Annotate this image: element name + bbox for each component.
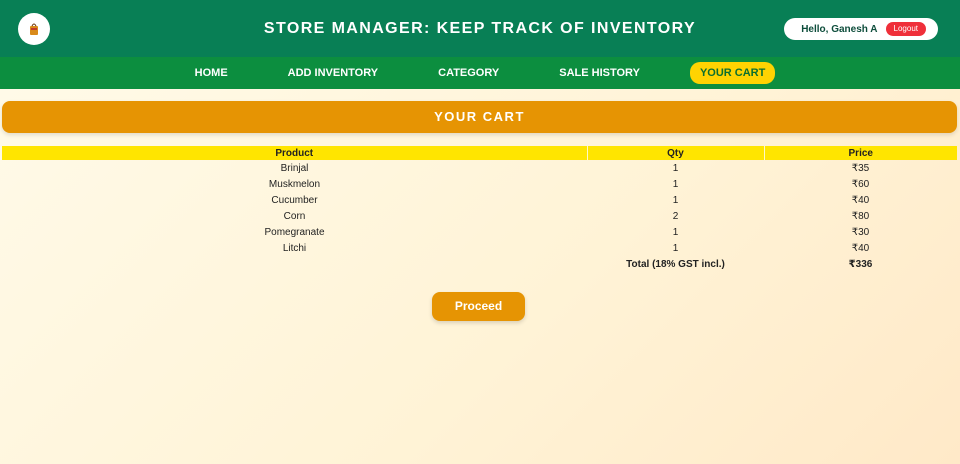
cell-price: ₹60 — [851, 178, 870, 190]
column-header-qty: Qty — [587, 146, 765, 160]
cell-qty: 1 — [672, 178, 679, 190]
table-header-row: Product Qty Price — [2, 146, 957, 160]
total-label: Total (18% GST incl.) — [626, 258, 725, 270]
nav-sale-history[interactable]: SALE HISTORY — [549, 62, 650, 84]
table-row: Corn 2 ₹80 — [2, 208, 957, 224]
cell-qty: 1 — [672, 162, 679, 174]
total-row: Total (18% GST incl.) ₹336 — [2, 256, 957, 272]
cell-product: Muskmelon — [268, 178, 321, 190]
nav-add-inventory[interactable]: ADD INVENTORY — [278, 62, 388, 84]
cell-product: Pomegranate — [264, 226, 325, 238]
column-header-price: Price — [764, 146, 957, 160]
cell-price: ₹30 — [851, 226, 870, 238]
proceed-button[interactable]: Proceed — [432, 292, 525, 321]
main-nav: HOME ADD INVENTORY CATEGORY SALE HISTORY… — [0, 57, 960, 89]
cell-qty: 1 — [672, 194, 679, 206]
table-row: Brinjal 1 ₹35 — [2, 160, 957, 176]
nav-your-cart[interactable]: YOUR CART — [689, 62, 776, 84]
total-value: ₹336 — [848, 258, 873, 270]
cell-qty: 1 — [672, 242, 679, 254]
cell-price: ₹40 — [851, 194, 870, 206]
cell-product: Brinjal — [280, 162, 309, 174]
page-title-banner: YOUR CART — [2, 101, 957, 133]
total-spacer — [2, 256, 587, 272]
table-row: Muskmelon 1 ₹60 — [2, 176, 957, 192]
cell-qty: 2 — [672, 210, 679, 222]
user-greeting: Hello, Ganesh A — [801, 23, 878, 35]
app-header: STORE MANAGER: KEEP TRACK OF INVENTORY H… — [0, 0, 960, 57]
user-panel: Hello, Ganesh A Logout — [784, 18, 938, 40]
table-row: Cucumber 1 ₹40 — [2, 192, 957, 208]
nav-home[interactable]: HOME — [185, 62, 238, 84]
cell-price: ₹80 — [851, 210, 870, 222]
cell-qty: 1 — [672, 226, 679, 238]
cell-product: Cucumber — [271, 194, 318, 206]
cell-price: ₹40 — [851, 242, 870, 254]
cell-product: Corn — [283, 210, 306, 222]
column-header-product: Product — [2, 146, 588, 160]
table-row: Pomegranate 1 ₹30 — [2, 224, 957, 240]
nav-category[interactable]: CATEGORY — [428, 62, 509, 84]
cell-price: ₹35 — [851, 162, 870, 174]
cell-product: Litchi — [282, 242, 307, 254]
table-row: Litchi 1 ₹40 — [2, 240, 957, 256]
cart-table: Product Qty Price Brinjal 1 ₹35 Muskmelo… — [2, 146, 957, 272]
logout-button[interactable]: Logout — [885, 22, 926, 36]
